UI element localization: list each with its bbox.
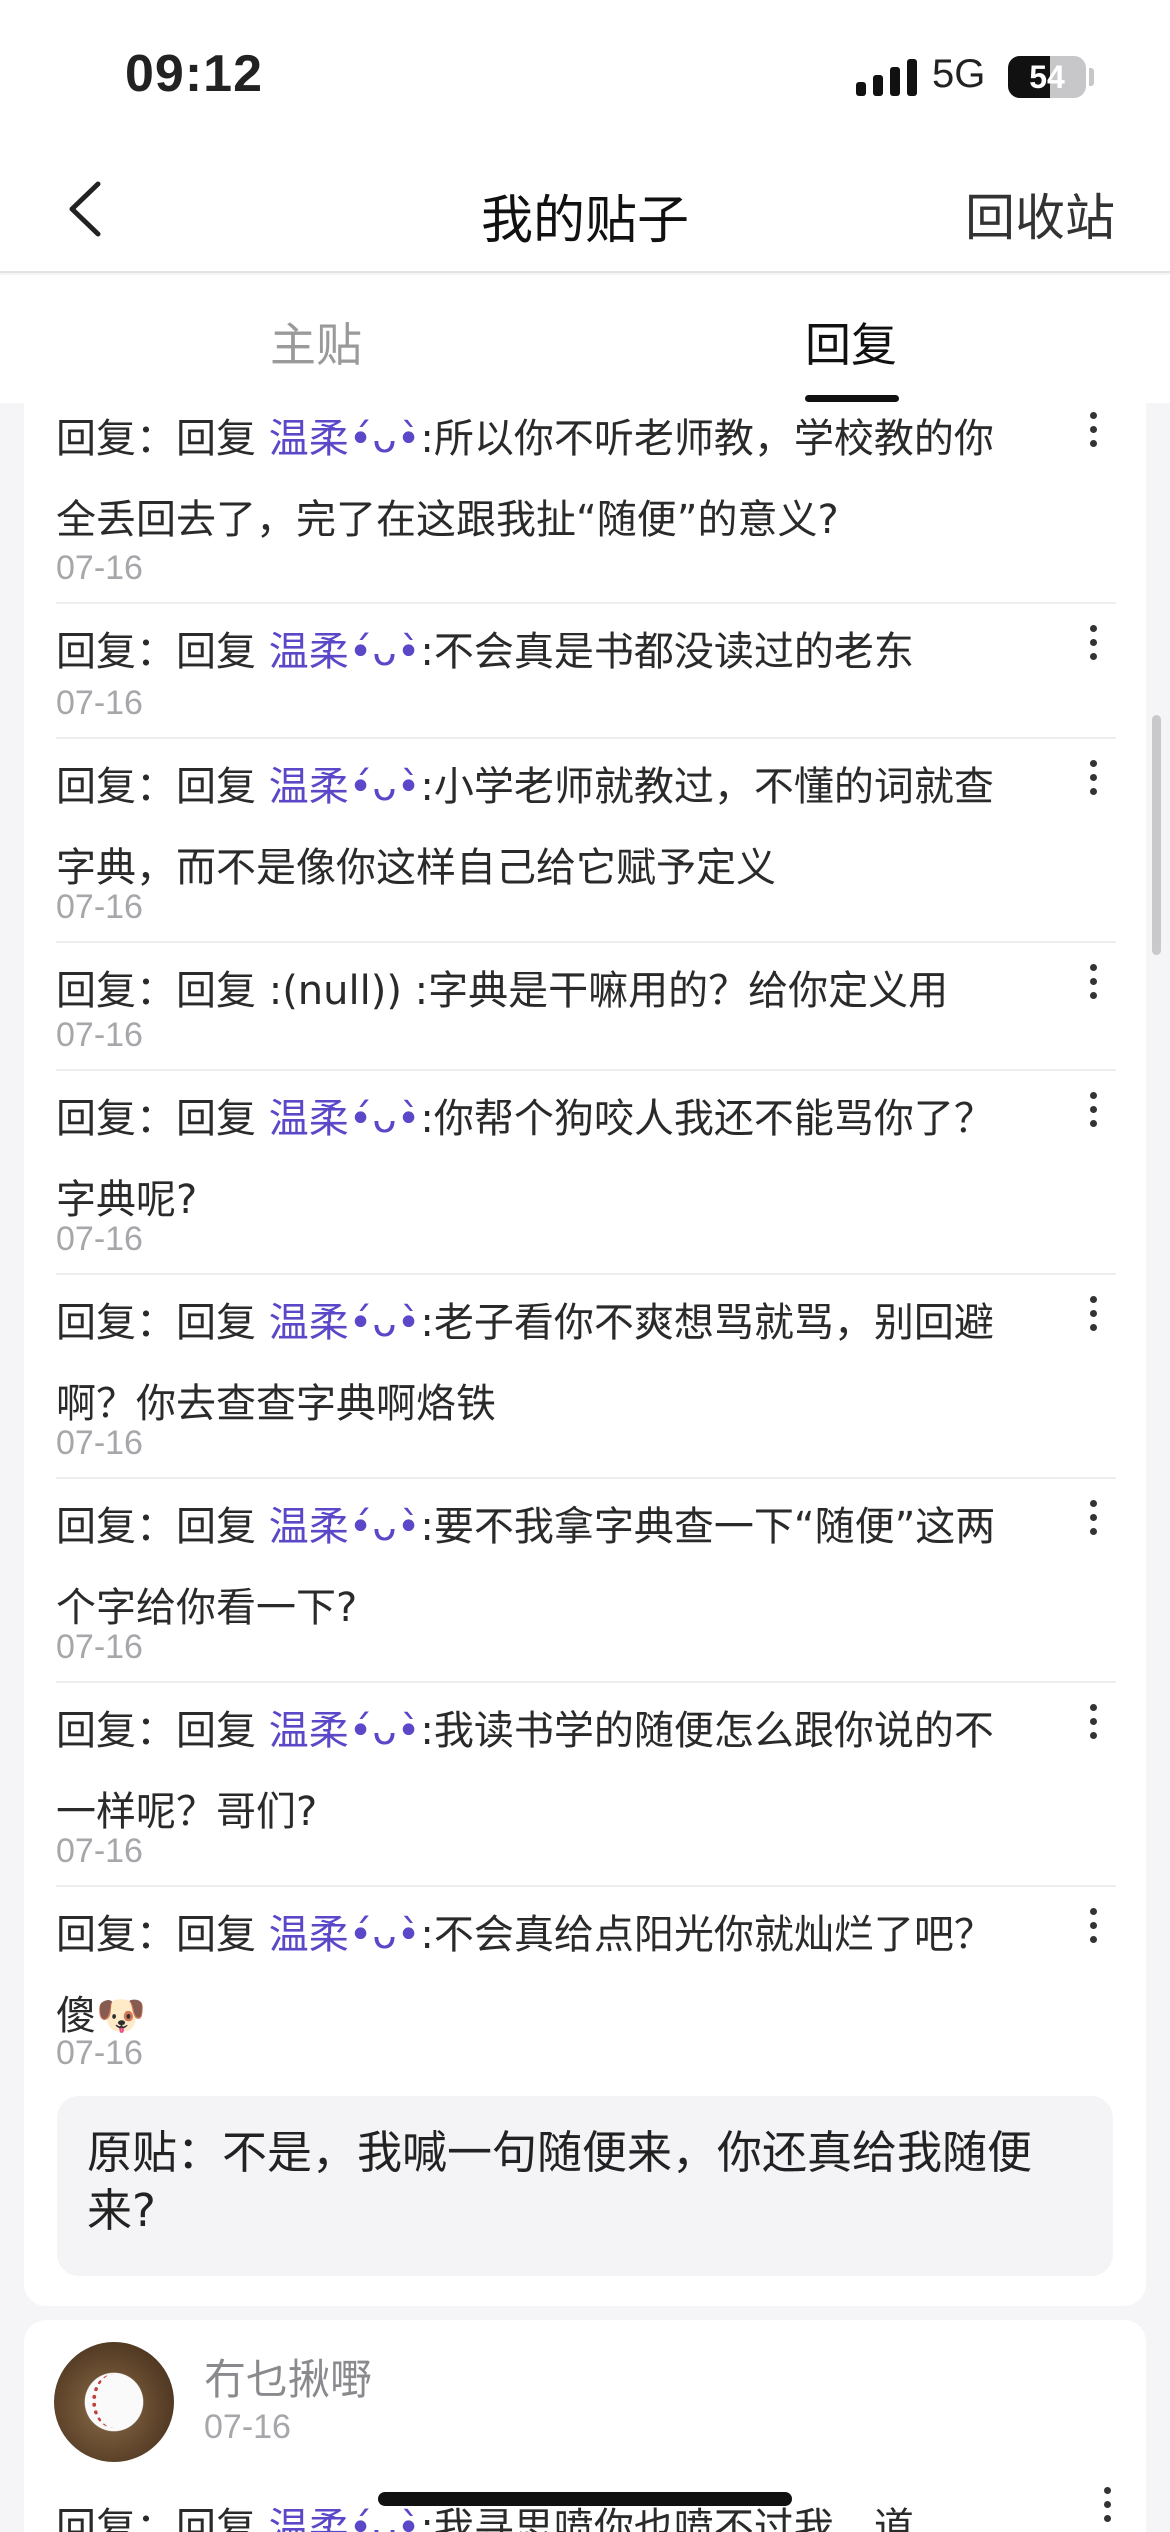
mentioned-user[interactable]: 温柔•́ᴗ•̀ bbox=[269, 1096, 421, 1142]
tab-bar: 主贴 回复 bbox=[0, 275, 1170, 403]
reply-item[interactable]: 回复：回复 温柔•́ᴗ•̀:不会真给点阳光你就灿烂了吧？傻🐶 07-16 bbox=[56, 1887, 1116, 2087]
reply-text: 回复：回复 温柔•́ᴗ•̀:不会真给点阳光你就灿烂了吧？傻🐶 bbox=[56, 1887, 1001, 2057]
status-time: 09:12 bbox=[125, 45, 263, 103]
battery-percent: 54 bbox=[1029, 59, 1065, 95]
reply-date: 07-16 bbox=[56, 684, 143, 722]
more-options-icon[interactable] bbox=[1078, 957, 1108, 1017]
status-bar: 09:12 5G 54 bbox=[0, 0, 1170, 150]
tab-main-posts[interactable]: 主贴 bbox=[270, 309, 362, 375]
recycle-bin-button[interactable]: 回收站 bbox=[965, 178, 1115, 250]
reply-item[interactable]: 回复：回复 温柔•́ᴗ•̀:不会真是书都没读过的老东 07-16 bbox=[56, 604, 1116, 739]
mentioned-user[interactable]: 温柔•́ᴗ•̀ bbox=[269, 1708, 421, 1754]
reply-date: 07-16 bbox=[56, 1424, 143, 1462]
reply-text[interactable]: 回复：回复 温柔•́ᴗ•̀:我寻思喷你也喷不过我，道 bbox=[56, 2480, 1001, 2532]
more-options-icon[interactable] bbox=[1078, 1697, 1108, 1757]
original-post-quote[interactable]: 原贴：不是，我喊一句随便来，你还真给我随便来? bbox=[57, 2096, 1113, 2276]
more-options-icon[interactable] bbox=[1078, 618, 1108, 678]
reply-text: 回复：回复 :(null)) :字典是干嘛用的？给你定义用 bbox=[56, 943, 1001, 1032]
reply-text: 回复：回复 温柔•́ᴗ•̀:所以你不听老师教，学校教的你全丢回去了，完了在这跟我… bbox=[56, 391, 1001, 561]
cellular-signal-icon bbox=[856, 58, 917, 96]
reply-item[interactable]: 回复：回复 温柔•́ᴗ•̀:老子看你不爽想骂就骂，别回避啊？你去查查字典啊烙铁 0… bbox=[56, 1275, 1116, 1479]
reply-text: 回复：回复 温柔•́ᴗ•̀:不会真是书都没读过的老东 bbox=[56, 604, 1001, 693]
battery-tip bbox=[1089, 68, 1094, 86]
reply-prefix: 回复：回复 bbox=[56, 968, 269, 1014]
nav-bar: 我的贴子 回收站 bbox=[0, 150, 1170, 273]
reply-text: 回复：回复 温柔•́ᴗ•̀:要不我拿字典查一下“随便”这两个字给你看一下? bbox=[56, 1479, 1001, 1649]
avatar[interactable] bbox=[54, 2342, 174, 2462]
more-options-icon[interactable] bbox=[1078, 405, 1108, 465]
mentioned-user[interactable]: 温柔•́ᴗ•̀ bbox=[269, 416, 421, 462]
post-date: 07-16 bbox=[204, 2408, 291, 2446]
reply-prefix: 回复：回复 bbox=[56, 1708, 269, 1754]
reply-prefix: 回复：回复 bbox=[56, 1504, 269, 1550]
mentioned-user[interactable]: 温柔•́ᴗ•̀ bbox=[269, 2505, 421, 2532]
more-options-icon[interactable] bbox=[1078, 1493, 1108, 1553]
home-indicator[interactable] bbox=[378, 2492, 792, 2506]
network-type: 5G bbox=[932, 52, 986, 96]
reply-prefix: 回复：回复 bbox=[56, 2505, 269, 2532]
more-options-icon[interactable] bbox=[1078, 1289, 1108, 1349]
reply-card: 回复：回复 温柔•́ᴗ•̀:所以你不听老师教，学校教的你全丢回去了，完了在这跟我… bbox=[24, 403, 1146, 2306]
reply-date: 07-16 bbox=[56, 888, 143, 926]
reply-item[interactable]: 回复：回复 温柔•́ᴗ•̀:所以你不听老师教，学校教的你全丢回去了，完了在这跟我… bbox=[56, 391, 1116, 604]
reply-item[interactable]: 回复：回复 温柔•́ᴗ•̀:要不我拿字典查一下“随便”这两个字给你看一下? 07-… bbox=[56, 1479, 1116, 1683]
reply-text: 回复：回复 温柔•́ᴗ•̀:我读书学的随便怎么跟你说的不一样呢？哥们? bbox=[56, 1683, 1001, 1853]
mentioned-user[interactable]: 温柔•́ᴗ•̀ bbox=[269, 629, 421, 675]
reply-item[interactable]: 回复：回复 温柔•́ᴗ•̀:我读书学的随便怎么跟你说的不一样呢？哥们? 07-16 bbox=[56, 1683, 1116, 1887]
reply-prefix: 回复：回复 bbox=[56, 629, 269, 675]
reply-prefix: 回复：回复 bbox=[56, 416, 269, 462]
mentioned-user[interactable]: 温柔•́ᴗ•̀ bbox=[269, 1504, 421, 1550]
more-options-icon[interactable] bbox=[1078, 753, 1108, 813]
more-options-icon[interactable] bbox=[1092, 2480, 1122, 2532]
reply-date: 07-16 bbox=[56, 1016, 143, 1054]
reply-date: 07-16 bbox=[56, 1832, 143, 1870]
reply-prefix: 回复：回复 bbox=[56, 764, 269, 810]
reply-item[interactable]: 回复：回复 温柔•́ᴗ•̀:你帮个狗咬人我还不能骂你了？字典呢? 07-16 bbox=[56, 1071, 1116, 1275]
reply-prefix: 回复：回复 bbox=[56, 1096, 269, 1142]
reply-prefix: 回复：回复 bbox=[56, 1912, 269, 1958]
battery-icon: 54 bbox=[1008, 56, 1086, 98]
reply-date: 07-16 bbox=[56, 549, 143, 587]
reply-prefix: 回复：回复 bbox=[56, 1300, 269, 1346]
reply-body: :我寻思喷你也喷不过我，道 bbox=[420, 2505, 914, 2532]
reply-item[interactable]: 回复：回复 温柔•́ᴗ•̀:小学老师就教过，不懂的词就查字典，而不是像你这样自己… bbox=[56, 739, 1116, 943]
mentioned-user[interactable]: 温柔•́ᴗ•̀ bbox=[269, 1300, 421, 1346]
tab-replies[interactable]: 回复 bbox=[805, 309, 897, 375]
more-options-icon[interactable] bbox=[1078, 1901, 1108, 1961]
reply-date: 07-16 bbox=[56, 1628, 143, 1666]
reply-text: 回复：回复 温柔•́ᴗ•̀:你帮个狗咬人我还不能骂你了？字典呢? bbox=[56, 1071, 1001, 1241]
reply-item[interactable]: 回复：回复 :(null)) :字典是干嘛用的？给你定义用 07-16 bbox=[56, 943, 1116, 1071]
reply-text: 回复：回复 温柔•́ᴗ•̀:小学老师就教过，不懂的词就查字典，而不是像你这样自己… bbox=[56, 739, 1001, 909]
reply-body: :(null)) :字典是干嘛用的？给你定义用 bbox=[268, 968, 949, 1014]
mentioned-user[interactable]: 温柔•́ᴗ•̀ bbox=[269, 764, 421, 810]
reply-date: 07-16 bbox=[56, 2034, 143, 2072]
username[interactable]: 冇乜揪嘢 bbox=[204, 2346, 372, 2407]
scrollbar[interactable] bbox=[1152, 715, 1161, 955]
mentioned-user[interactable]: 温柔•́ᴗ•̀ bbox=[269, 1912, 421, 1958]
reply-text: 回复：回复 温柔•́ᴗ•̀:老子看你不爽想骂就骂，别回避啊？你去查查字典啊烙铁 bbox=[56, 1275, 1001, 1445]
more-options-icon[interactable] bbox=[1078, 1085, 1108, 1145]
reply-body: :不会真是书都没读过的老东 bbox=[420, 629, 914, 675]
reply-date: 07-16 bbox=[56, 1220, 143, 1258]
